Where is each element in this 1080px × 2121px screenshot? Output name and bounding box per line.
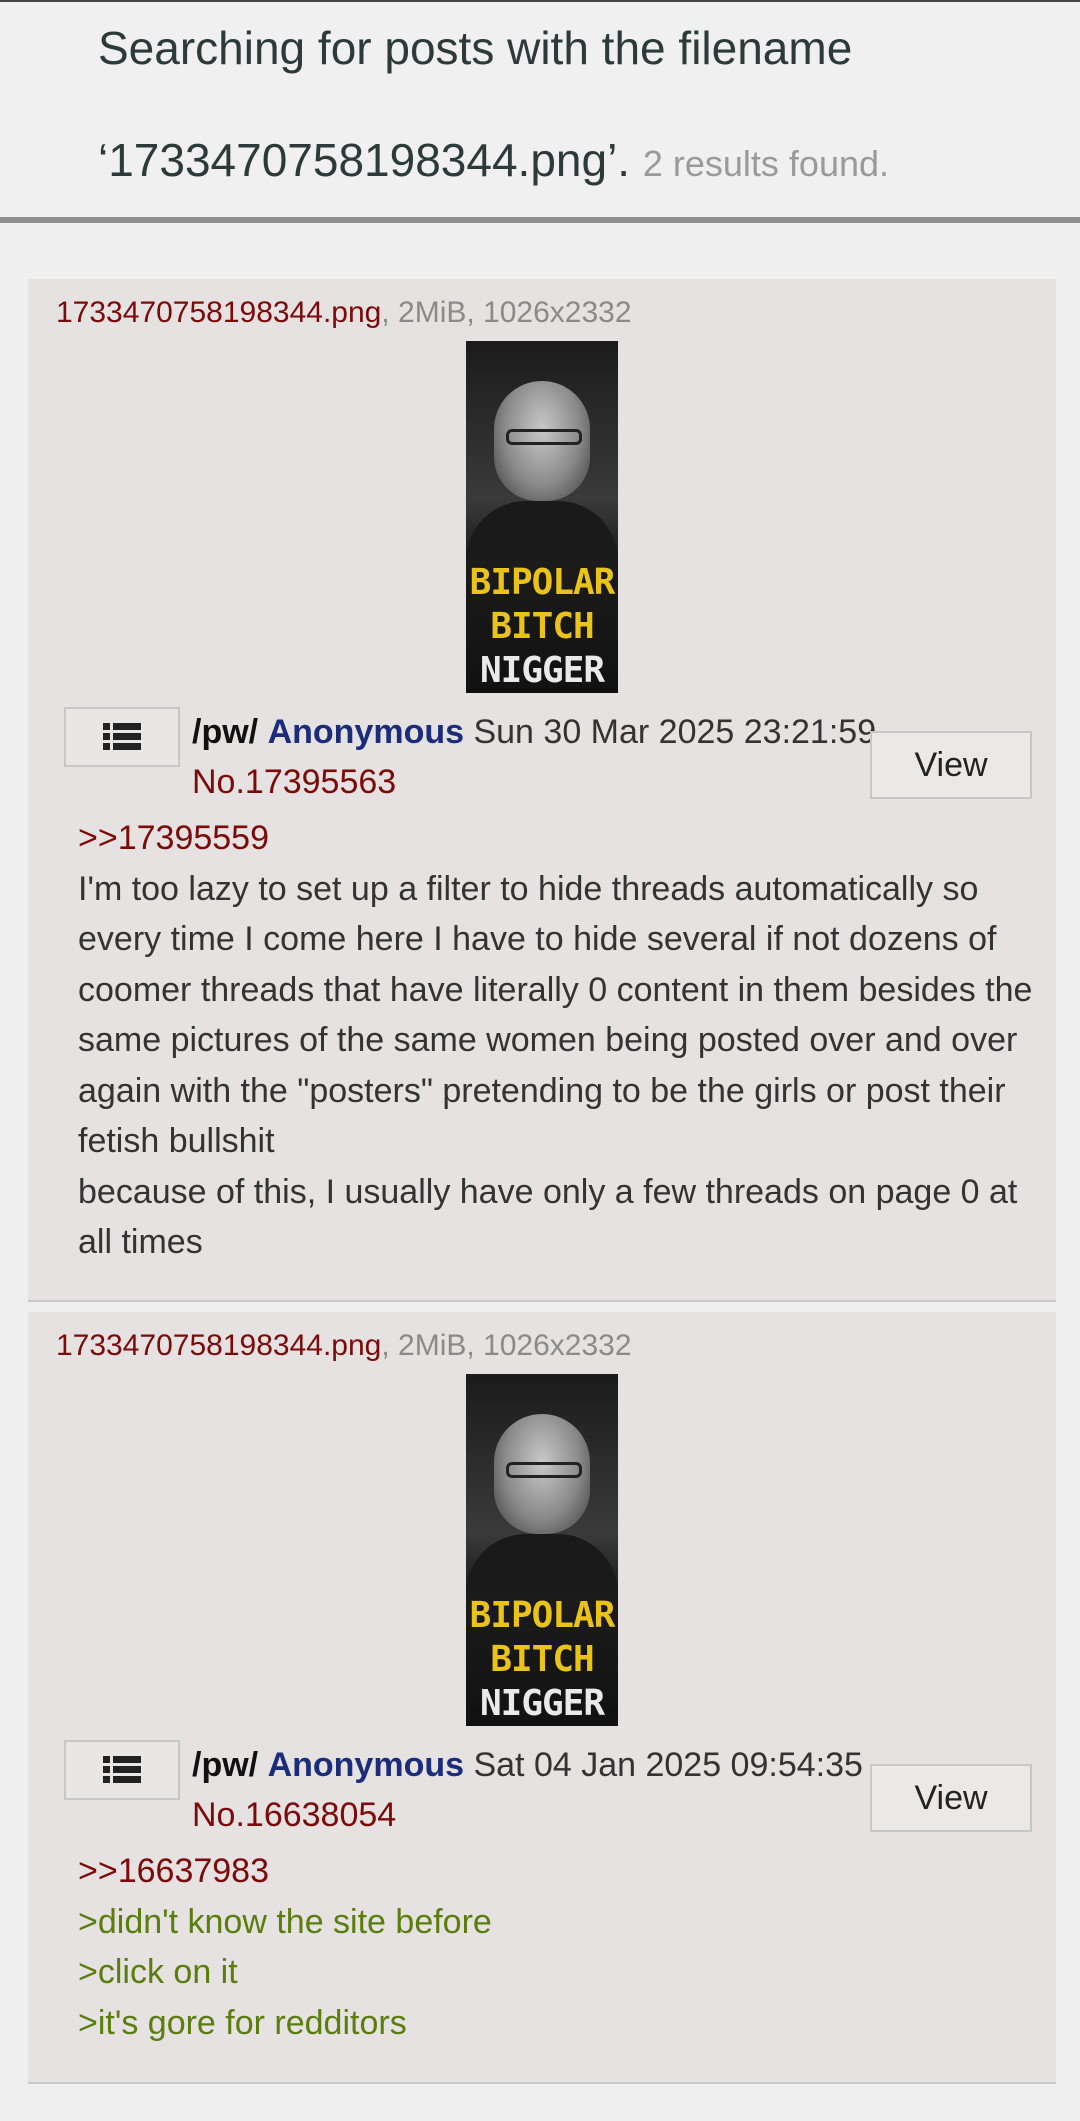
board-link[interactable]: /pw/ (192, 1746, 258, 1784)
list-icon (103, 723, 141, 751)
poster-name: Anonymous (267, 1746, 465, 1784)
thumbnail-caption-2: BITCH (490, 606, 594, 647)
post-body: /pw/ Anonymous Sun 30 Mar 2025 23:21:59 … (28, 693, 1056, 1288)
file-info: 1733470758198344.png, 2MiB, 1026x2332 (28, 279, 1056, 333)
greentext-line: >didn't know the site before (78, 1902, 492, 1941)
greentext-line: >click on it (78, 1953, 238, 1991)
quote-link[interactable]: >>16637983 (78, 1846, 1036, 1897)
post: 1733470758198344.png, 2MiB, 1026x2332 BI… (28, 279, 1056, 1302)
greentext-line: >it's gore for redditors (78, 2003, 407, 2042)
file-link[interactable]: 1733470758198344.png (56, 1329, 381, 1362)
post-menu-button[interactable] (64, 707, 180, 767)
thumbnail-glasses (506, 1462, 582, 1478)
thumbnail-caption-1: BIPOLAR (469, 562, 616, 603)
thumbnail-caption-1: BIPOLAR (469, 1595, 616, 1636)
search-header: Searching for posts with the filename ‘1… (0, 0, 1080, 223)
thumbnail-caption-3: NIGGER (479, 650, 605, 691)
thumbnail-caption-3: NIGGER (479, 1683, 605, 1724)
post-date: Sat 04 Jan 2025 09:54:35 (473, 1746, 863, 1784)
results-list: 1733470758198344.png, 2MiB, 1026x2332 BI… (0, 223, 1080, 2084)
search-title: Searching for posts with the filename (98, 22, 853, 74)
post-thumbnail[interactable]: BIPOLAR BITCH NIGGER (466, 1374, 618, 1726)
board-link[interactable]: /pw/ (192, 713, 258, 751)
post-message: >>16637983 >didn't know the site before … (28, 1840, 1056, 2068)
file-link[interactable]: 1733470758198344.png (56, 296, 381, 329)
post-message: >>17395559 I'm too lazy to set up a filt… (28, 807, 1056, 1288)
view-button[interactable]: View (870, 1764, 1032, 1832)
thumbnail-glasses (506, 429, 582, 445)
post-thumbnail[interactable]: BIPOLAR BITCH NIGGER (466, 341, 618, 693)
search-filename: ‘1733470758198344.png’. 2 results found. (98, 128, 1080, 196)
view-button[interactable]: View (870, 731, 1032, 799)
message-text: because of this, I usually have only a f… (78, 1172, 1018, 1262)
post-menu-button[interactable] (64, 1740, 180, 1800)
result-count: 2 results found. (642, 143, 890, 184)
thumbnail-caption-2: BITCH (490, 1639, 594, 1680)
poster-name: Anonymous (267, 713, 465, 751)
file-meta: , 2MiB, 1026x2332 (381, 1329, 632, 1362)
file-meta: , 2MiB, 1026x2332 (381, 296, 632, 329)
list-icon (103, 1756, 141, 1784)
post-body: /pw/ Anonymous Sat 04 Jan 2025 09:54:35 … (28, 1726, 1056, 2068)
thumbnail-shoulders (466, 501, 618, 561)
thumbnail-shoulders (466, 1534, 618, 1594)
message-text: I'm too lazy to set up a filter to hide … (78, 869, 1033, 1161)
quote-link[interactable]: >>17395559 (78, 813, 1036, 864)
file-info: 1733470758198344.png, 2MiB, 1026x2332 (28, 1312, 1056, 1366)
post: 1733470758198344.png, 2MiB, 1026x2332 BI… (28, 1312, 1056, 2084)
search-filename-text: ‘1733470758198344.png’. (98, 134, 631, 186)
post-date: Sun 30 Mar 2025 23:21:59 (473, 713, 877, 751)
